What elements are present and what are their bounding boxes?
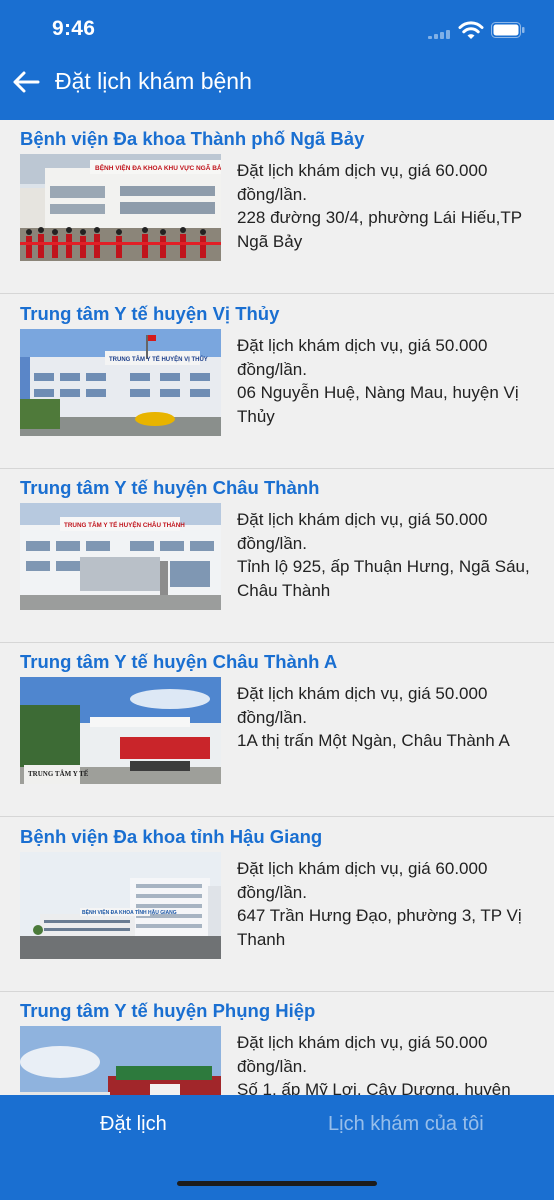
hospital-address: 06 Nguyễn Huệ, Nàng Mau, huyện Vị Thủy xyxy=(237,383,519,426)
service-price: Đặt lịch khám dịch vụ, giá 50.000 đồng/l… xyxy=(237,510,488,553)
hospital-address: 228 đường 30/4, phường Lái Hiếu,TP Ngã B… xyxy=(237,208,522,251)
hospital-name: Trung tâm Y tế huyện Vị Thủy xyxy=(20,303,280,324)
hospital-name: Bệnh viện Đa khoa tỉnh Hậu Giang xyxy=(20,826,323,847)
page-title: Đặt lịch khám bệnh xyxy=(55,68,252,94)
tab-book-appointment[interactable]: Đặt lịch xyxy=(100,1113,167,1136)
status-time: 9:46 xyxy=(52,17,96,40)
app-header: 9:46 Đặt lịch khám bệnh xyxy=(0,0,554,120)
service-price: Đặt lịch khám dịch vụ, giá 60.000 đồng/l… xyxy=(237,859,488,902)
svg-text:BỆNH VIỆN ĐA KHOA TỈNH HẬU GIA: BỆNH VIỆN ĐA KHOA TỈNH HẬU GIANG xyxy=(82,908,177,916)
arrow-left-icon xyxy=(13,71,40,93)
svg-text:TRUNG TÂM Y TẾ: TRUNG TÂM Y TẾ xyxy=(28,770,89,778)
service-price: Đặt lịch khám dịch vụ, giá 60.000 đồng/l… xyxy=(237,161,488,204)
hospital-photo: TRUNG TÂM Y TẾ xyxy=(20,677,221,784)
wifi-icon xyxy=(458,21,484,39)
hospital-card[interactable]: Bệnh viện Đa khoa tỉnh Hậu Giang BỆNH VI… xyxy=(0,818,554,992)
hospital-name: Bệnh viện Đa khoa Thành phố Ngã Bảy xyxy=(20,128,365,149)
hospital-address: Số 1, ấp Mỹ Lợi, Cây Dương, huyện xyxy=(237,1080,511,1095)
hospital-address: 1A thị trấn Một Ngàn, Châu Thành A xyxy=(237,731,510,751)
battery-icon xyxy=(491,22,525,38)
hospital-card[interactable]: Trung tâm Y tế huyện Châu Thành A TRUNG … xyxy=(0,643,554,817)
hospital-address: 647 Trần Hưng Đạo, phường 3, TP Vị Thanh xyxy=(237,906,522,949)
hospital-address: Tỉnh lộ 925, ấp Thuận Hưng, Ngã Sáu, Châ… xyxy=(237,557,530,600)
status-bar: 9:46 xyxy=(0,0,554,60)
hospital-description: Đặt lịch khám dịch vụ, giá 50.000 đồng/l… xyxy=(237,508,537,602)
hospital-description: Đặt lịch khám dịch vụ, giá 60.000 đồng/l… xyxy=(237,159,537,253)
hospital-card[interactable]: Trung tâm Y tế huyện Vị Thủy TRUNG TÂM Y… xyxy=(0,295,554,469)
home-indicator xyxy=(177,1181,377,1186)
nav-bar: Đặt lịch khám bệnh xyxy=(0,60,554,120)
hospital-name: Trung tâm Y tế huyện Châu Thành A xyxy=(20,651,338,672)
hospital-name: Trung tâm Y tế huyện Châu Thành xyxy=(20,477,320,498)
hospital-name: Trung tâm Y tế huyện Phụng Hiệp xyxy=(20,1000,316,1021)
hospital-photo: TRUNG TÂM Y TẾ HUYỆN VỊ THỦY xyxy=(20,329,221,436)
hospital-photo: TRUNG TÂM Y TẾ HUYỆN CHÂU THÀNH xyxy=(20,503,221,610)
hospital-description: Đặt lịch khám dịch vụ, giá 50.000 đồng/l… xyxy=(237,682,537,753)
hospital-card[interactable]: Trung tâm Y tế huyện Châu Thành TRUNG TÂ… xyxy=(0,469,554,643)
bottom-tab-bar: Đặt lịch Lịch khám của tôi xyxy=(0,1095,554,1200)
service-price: Đặt lịch khám dịch vụ, giá 50.000 đồng/l… xyxy=(237,1033,488,1076)
cellular-signal-icon xyxy=(428,29,452,39)
service-price: Đặt lịch khám dịch vụ, giá 50.000 đồng/l… xyxy=(237,684,488,727)
service-price: Đặt lịch khám dịch vụ, giá 50.000 đồng/l… xyxy=(237,336,488,379)
back-button[interactable] xyxy=(8,64,44,100)
hospital-description: Đặt lịch khám dịch vụ, giá 50.000 đồng/l… xyxy=(237,334,537,428)
svg-text:TRUNG TÂM Y TẾ HUYỆN VỊ THỦY: TRUNG TÂM Y TẾ HUYỆN VỊ THỦY xyxy=(109,355,208,363)
hospital-photo: BỆNH VIỆN ĐA KHOA KHU VỰC NGÃ BẢY xyxy=(20,154,221,261)
hospital-photo: BỆNH VIỆN ĐA KHOA TỈNH HẬU GIANG xyxy=(20,852,221,959)
svg-text:BỆNH VIỆN ĐA KHOA KHU VỰC NGÃ: BỆNH VIỆN ĐA KHOA KHU VỰC NGÃ BẢY xyxy=(95,163,221,172)
hospital-list[interactable]: Bệnh viện Đa khoa Thành phố Ngã Bảy BỆNH… xyxy=(0,120,554,1095)
hospital-card[interactable]: Bệnh viện Đa khoa Thành phố Ngã Bảy BỆNH… xyxy=(0,120,554,294)
tab-my-appointments[interactable]: Lịch khám của tôi xyxy=(328,1113,484,1136)
hospital-card[interactable]: Trung tâm Y tế huyện Phụng Hiệp Đặt lịch… xyxy=(0,992,554,1095)
hospital-photo xyxy=(20,1026,221,1095)
hospital-description: Đặt lịch khám dịch vụ, giá 50.000 đồng/l… xyxy=(237,1031,537,1095)
hospital-description: Đặt lịch khám dịch vụ, giá 60.000 đồng/l… xyxy=(237,857,537,951)
